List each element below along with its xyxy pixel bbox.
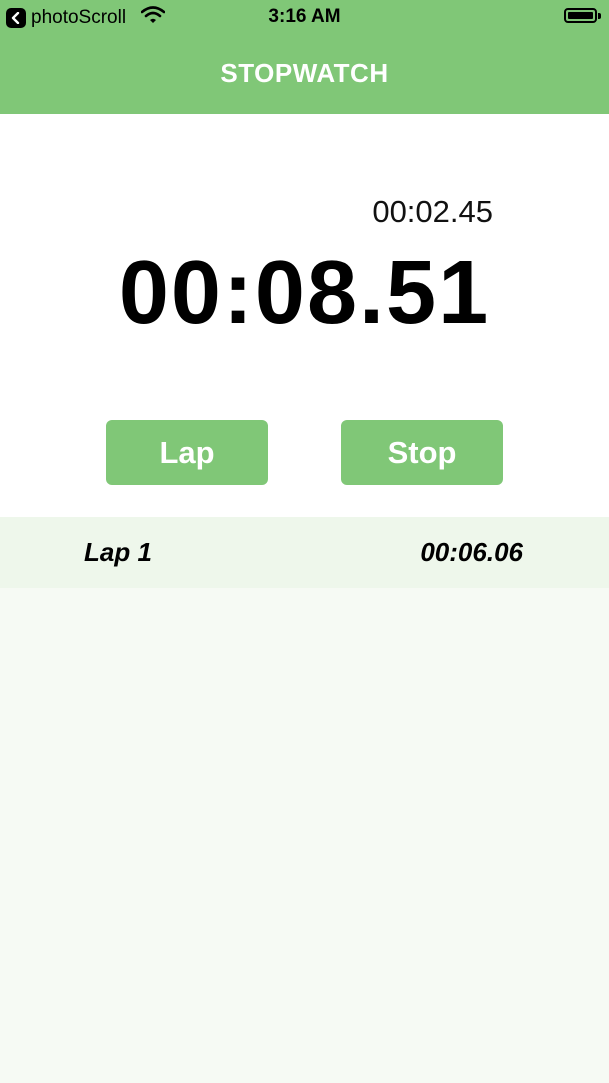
battery-tip [598, 13, 601, 19]
lap-time: 00:06.06 [420, 537, 523, 567]
current-lap-time: 00:02.45 [372, 194, 493, 229]
total-time: 00:08.51 [118, 243, 491, 343]
stop-button[interactable]: Stop [341, 420, 503, 485]
battery-icon [564, 8, 597, 23]
lap-list[interactable]: Lap 1 00:06.06 [0, 517, 609, 1083]
timer-panel: 00:02.45 00:08.51 Lap Stop [0, 114, 609, 517]
page-title: STOPWATCH [220, 58, 389, 88]
header-bar: photoScroll 3:16 AM STOPWATCH [0, 0, 609, 114]
lap-name: Lap 1 [84, 537, 152, 567]
lap-button[interactable]: Lap [106, 420, 268, 485]
battery-level [568, 12, 593, 19]
status-time: 3:16 AM [268, 6, 341, 27]
lap-row: Lap 1 00:06.06 [0, 517, 609, 588]
status-bar: photoScroll 3:16 AM [0, 0, 609, 34]
